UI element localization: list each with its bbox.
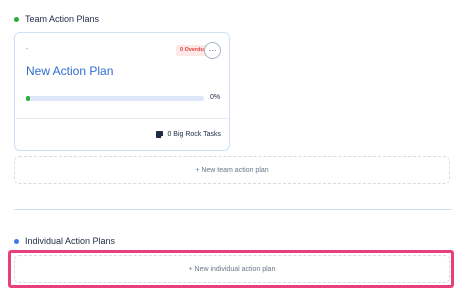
section-divider <box>14 209 452 210</box>
plan-card-subtitle: - <box>26 46 29 53</box>
team-action-plans-title: Team Action Plans <box>25 14 100 24</box>
new-individual-action-plan-button[interactable]: + New individual action plan <box>14 255 450 283</box>
progress-percent: 0% <box>210 94 221 101</box>
action-plan-card[interactable]: - 0 Overdue ··· New Action Plan 0% 0 Big… <box>14 32 230 151</box>
new-individual-action-plan-label: + New individual action plan <box>188 265 276 273</box>
rock-task-icon <box>156 131 165 139</box>
plan-title-link[interactable]: New Action Plan <box>26 64 113 78</box>
team-action-plans-header: Team Action Plans <box>14 14 99 24</box>
individual-action-plans-title: Individual Action Plans <box>25 236 116 246</box>
big-rock-tasks[interactable]: 0 Big Rock Tasks <box>156 131 221 139</box>
progress-indicator-dot <box>26 96 30 101</box>
new-team-action-plan-label: + New team action plan <box>195 166 269 174</box>
big-rock-tasks-label: 0 Big Rock Tasks <box>167 131 221 138</box>
new-team-action-plan-button[interactable]: + New team action plan <box>14 156 450 184</box>
progress-bar <box>26 96 204 101</box>
individual-action-plans-header: Individual Action Plans <box>14 236 115 246</box>
card-divider <box>15 118 229 119</box>
team-section-dot-icon <box>14 16 19 22</box>
more-options-button[interactable]: ··· <box>204 42 221 59</box>
ellipsis-icon: ··· <box>208 45 217 55</box>
individual-section-dot-icon <box>14 238 19 244</box>
